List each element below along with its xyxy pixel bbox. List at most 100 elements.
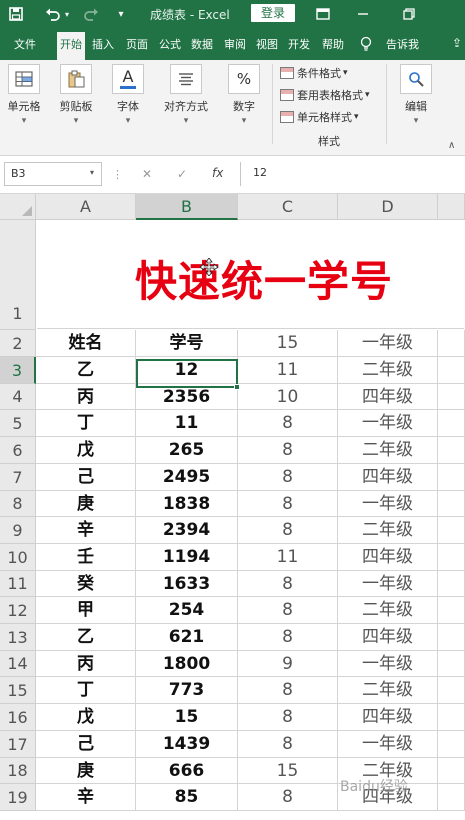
- collapse-ribbon-icon[interactable]: ∧: [448, 140, 455, 151]
- student-id-cell[interactable]: 1633: [136, 571, 238, 597]
- grade-cell[interactable]: 一年级: [338, 571, 438, 597]
- grade-cell[interactable]: 二年级: [338, 597, 438, 624]
- score-cell[interactable]: 15: [238, 758, 338, 784]
- student-id-cell[interactable]: 773: [136, 677, 238, 704]
- score-cell[interactable]: 8: [238, 784, 338, 811]
- row-header[interactable]: 11: [0, 571, 36, 597]
- save-icon[interactable]: [6, 4, 26, 24]
- undo-dropdown-icon[interactable]: ▾: [62, 4, 72, 24]
- fill-handle[interactable]: [234, 384, 240, 390]
- row-header[interactable]: 15: [0, 677, 36, 704]
- select-all-button[interactable]: [0, 194, 36, 220]
- empty-cell[interactable]: [438, 544, 465, 571]
- grade-cell[interactable]: 一年级: [338, 651, 438, 677]
- score-cell[interactable]: 10: [238, 384, 338, 410]
- grade-cell[interactable]: 二年级: [338, 357, 438, 384]
- grade-cell[interactable]: 一年级: [338, 330, 438, 357]
- tab-insert[interactable]: 插入: [92, 36, 114, 52]
- empty-cell[interactable]: [438, 651, 465, 677]
- student-id-cell[interactable]: 1800: [136, 651, 238, 677]
- score-cell[interactable]: 8: [238, 731, 338, 758]
- tab-help[interactable]: 帮助: [322, 36, 344, 52]
- row-header[interactable]: 18: [0, 758, 36, 784]
- restore-icon[interactable]: [398, 4, 420, 24]
- tab-file[interactable]: 文件: [14, 36, 36, 52]
- empty-cell[interactable]: [438, 784, 465, 811]
- row-header[interactable]: 16: [0, 704, 36, 731]
- empty-cell[interactable]: [438, 758, 465, 784]
- student-id-cell[interactable]: 11: [136, 410, 238, 437]
- share-icon[interactable]: ⇪: [452, 36, 462, 50]
- tab-page-layout[interactable]: 页面: [126, 36, 148, 52]
- format-as-table-button[interactable]: 套用表格格式 ▾: [280, 86, 370, 104]
- column-header-e[interactable]: [438, 194, 465, 220]
- insert-function-button[interactable]: fx: [212, 166, 223, 180]
- score-cell[interactable]: 8: [238, 491, 338, 517]
- score-cell[interactable]: 8: [238, 624, 338, 651]
- name-box-dropdown-icon[interactable]: ▾: [90, 168, 94, 177]
- row-header-1[interactable]: 1: [0, 220, 36, 330]
- grade-cell[interactable]: 一年级: [338, 410, 438, 437]
- score-cell[interactable]: 8: [238, 597, 338, 624]
- column-header-b[interactable]: B: [136, 194, 238, 220]
- tab-formulas[interactable]: 公式: [159, 36, 181, 52]
- score-cell[interactable]: 11: [238, 357, 338, 384]
- column-header-d[interactable]: D: [338, 194, 438, 220]
- tab-data[interactable]: 数据: [191, 36, 213, 52]
- name-cell[interactable]: 己: [36, 464, 136, 491]
- student-id-cell[interactable]: 1838: [136, 491, 238, 517]
- clipboard-group[interactable]: 剪贴板 ▾: [54, 64, 98, 126]
- name-cell[interactable]: 庚: [36, 491, 136, 517]
- row-header[interactable]: 9: [0, 517, 36, 544]
- redo-icon[interactable]: [80, 4, 102, 24]
- formula-bar-grip-icon[interactable]: ⋮: [112, 168, 123, 181]
- empty-cell[interactable]: [438, 624, 465, 651]
- login-button[interactable]: 登录: [251, 4, 295, 22]
- empty-cell[interactable]: [438, 410, 465, 437]
- name-cell[interactable]: 庚: [36, 758, 136, 784]
- grade-cell[interactable]: 二年级: [338, 517, 438, 544]
- student-id-cell[interactable]: 1194: [136, 544, 238, 571]
- empty-cell[interactable]: [438, 731, 465, 758]
- tab-developer[interactable]: 开发: [288, 36, 310, 52]
- editing-group[interactable]: 编辑 ▾: [396, 64, 436, 126]
- cancel-icon[interactable]: ✕: [142, 167, 152, 181]
- alignment-group[interactable]: 对齐方式 ▾: [160, 64, 212, 126]
- score-cell[interactable]: 11: [238, 544, 338, 571]
- tell-me-search[interactable]: 告诉我: [386, 36, 419, 52]
- header-id-cell[interactable]: 学号: [136, 330, 238, 357]
- student-id-cell[interactable]: 265: [136, 437, 238, 464]
- name-cell[interactable]: 戊: [36, 437, 136, 464]
- grade-cell[interactable]: 四年级: [338, 464, 438, 491]
- grade-cell[interactable]: 一年级: [338, 731, 438, 758]
- header-name-cell[interactable]: 姓名: [36, 330, 136, 357]
- number-group[interactable]: % 数字 ▾: [224, 64, 264, 126]
- name-cell[interactable]: 丙: [36, 651, 136, 677]
- name-cell[interactable]: 丁: [36, 410, 136, 437]
- student-id-cell[interactable]: 2394: [136, 517, 238, 544]
- name-cell[interactable]: 辛: [36, 517, 136, 544]
- name-cell[interactable]: 戊: [36, 704, 136, 731]
- name-cell[interactable]: 乙: [36, 357, 136, 384]
- student-id-cell[interactable]: 1439: [136, 731, 238, 758]
- empty-cell[interactable]: [438, 491, 465, 517]
- grade-cell[interactable]: 四年级: [338, 544, 438, 571]
- empty-cell[interactable]: [438, 597, 465, 624]
- tab-view[interactable]: 视图: [256, 36, 278, 52]
- row-header-2[interactable]: 2: [0, 330, 36, 357]
- student-id-cell[interactable]: 2495: [136, 464, 238, 491]
- student-id-cell[interactable]: 12: [136, 357, 238, 384]
- enter-icon[interactable]: ✓: [177, 167, 187, 181]
- ribbon-display-icon[interactable]: [312, 4, 334, 24]
- student-id-cell[interactable]: 2356: [136, 384, 238, 410]
- grade-cell[interactable]: 四年级: [338, 384, 438, 410]
- name-cell[interactable]: 己: [36, 731, 136, 758]
- grade-cell[interactable]: 四年级: [338, 624, 438, 651]
- student-id-cell[interactable]: 254: [136, 597, 238, 624]
- row-header[interactable]: 7: [0, 464, 36, 491]
- student-id-cell[interactable]: 666: [136, 758, 238, 784]
- tab-review[interactable]: 审阅: [224, 36, 246, 52]
- row-header[interactable]: 5: [0, 410, 36, 437]
- row-header[interactable]: 19: [0, 784, 36, 811]
- grade-cell[interactable]: 四年级: [338, 704, 438, 731]
